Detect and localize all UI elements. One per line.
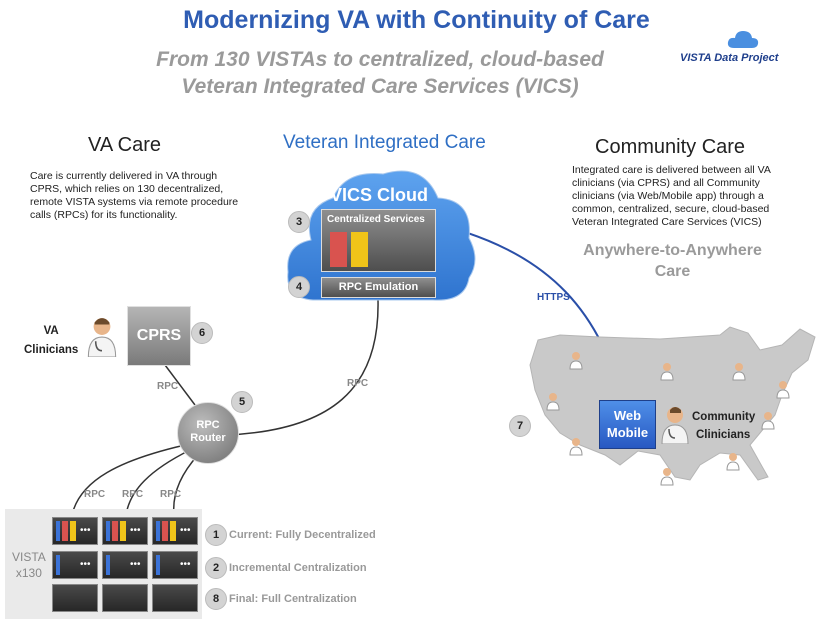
clinician-marker-icon (569, 438, 583, 456)
centralized-services-label: Centralized Services (327, 214, 425, 225)
tagline-line-2: Care (654, 263, 691, 280)
clinician-marker-icon (660, 468, 674, 486)
phase-2-label: Incremental Centralization (229, 562, 367, 574)
mobile-label: Mobile (606, 425, 649, 440)
rpc-label-cloud: RPC (347, 378, 369, 389)
service-bar-red (330, 232, 347, 267)
clinician-marker-icon (732, 363, 746, 381)
badge-6: 6 (191, 322, 213, 344)
va-care-description: Care is currently delivered in VA throug… (30, 170, 239, 221)
clinician-marker-icon (761, 412, 775, 430)
badge-1: 1 (205, 524, 227, 546)
clinician-marker-icon (569, 352, 583, 370)
integrated-care-heading: Veteran Integrated Care (283, 132, 486, 153)
web-label: Web (613, 408, 642, 423)
clinician-marker-icon (660, 363, 674, 381)
centralized-services-box: Centralized Services (321, 209, 436, 272)
rpc-label-server-2: RPC (122, 489, 144, 500)
web-mobile-box: Web Mobile (599, 400, 656, 449)
badge-5: 5 (231, 391, 253, 413)
vista-server: ••• (152, 551, 198, 579)
service-bar-yellow (351, 232, 368, 267)
vista-server (152, 584, 198, 612)
community-clinicians-label: Community Clinicians (692, 411, 756, 441)
vista-server: ••• (102, 517, 148, 545)
badge-8: 8 (205, 588, 227, 610)
community-clinician-icon (661, 407, 689, 444)
rpc-cloud-router (227, 299, 379, 436)
rpc-emulation-label: RPC Emulation (338, 281, 419, 293)
vista-server: ••• (152, 517, 198, 545)
https-label: HTTPS (537, 292, 570, 303)
rpc-label-cprs: RPC (157, 381, 179, 392)
vista-server (52, 584, 98, 612)
vista-label: VISTA x130 (12, 550, 46, 580)
phase-1-label: Current: Fully Decentralized (229, 529, 376, 541)
badge-4: 4 (288, 276, 310, 298)
badge-7: 7 (509, 415, 531, 437)
community-care-heading: Community Care (595, 136, 746, 158)
rpc-label-server-1: RPC (84, 489, 106, 500)
rpc-emulation-box: RPC Emulation (321, 277, 436, 298)
clinician-marker-icon (546, 393, 560, 411)
cprs-box: CPRS (127, 306, 191, 366)
va-care-heading: VA Care (88, 134, 161, 156)
badge-3: 3 (288, 211, 310, 233)
vista-server (102, 584, 148, 612)
phase-3-label: Final: Full Centralization (229, 593, 357, 605)
web-mobile-label: Web Mobile (600, 401, 655, 441)
tagline-line-1: Anywhere-to-Anywhere (583, 242, 762, 259)
rpc-router-server-3 (172, 454, 199, 516)
vics-cloud-label: VICS Cloud (330, 185, 428, 205)
community-care-description: Integrated care is delivered between all… (572, 164, 771, 228)
rpc-router-node: RPC Router (177, 402, 239, 464)
anywhere-tagline: Anywhere-to-Anywhere Care (570, 240, 775, 282)
clinician-marker-icon (776, 381, 790, 399)
vista-server: ••• (52, 517, 98, 545)
vista-server: ••• (52, 551, 98, 579)
vista-server: ••• (102, 551, 148, 579)
us-map (529, 326, 816, 481)
rpc-label-server-3: RPC (160, 489, 182, 500)
clinician-marker-icon (726, 453, 740, 471)
badge-2: 2 (205, 557, 227, 579)
rpc-router-label: RPC Router (190, 419, 226, 444)
va-clinicians-label: VA Clinicians (24, 325, 79, 356)
va-clinician-icon (87, 318, 117, 357)
cprs-label: CPRS (136, 327, 182, 344)
